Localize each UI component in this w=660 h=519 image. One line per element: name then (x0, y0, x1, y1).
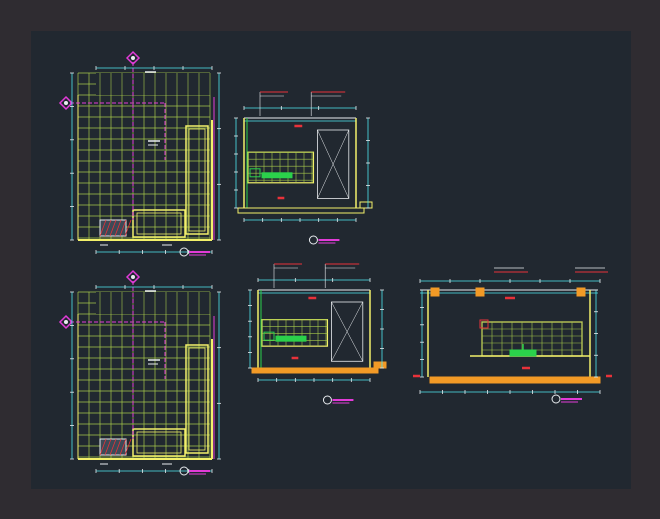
floor-plan-bottom (58, 269, 221, 476)
beam-block (576, 287, 586, 297)
fixture-marker (479, 319, 489, 329)
dimension-line (243, 106, 357, 110)
section-tag (308, 235, 340, 245)
dimension-line-vertical (248, 289, 252, 369)
floor-slab (237, 207, 365, 214)
floor-slab (251, 367, 379, 374)
tag-circle (322, 395, 332, 405)
section-top-left (234, 91, 373, 245)
dimension-line (257, 278, 371, 282)
tag-circle (551, 394, 561, 404)
tag-circle (308, 235, 318, 245)
dimension-line (419, 279, 601, 283)
beam-block (430, 287, 440, 297)
vanity-fixture (261, 172, 293, 179)
section-bottom-left (248, 263, 387, 405)
entry-zone (96, 292, 212, 314)
dimension-line (257, 378, 371, 382)
dimension-line (243, 218, 357, 222)
dimension-line-vertical (217, 291, 221, 460)
dimension-line (95, 285, 213, 289)
cad-drawing-svg (58, 50, 612, 476)
drawing-canvas[interactable] (31, 31, 631, 489)
section-wide (413, 267, 612, 404)
section-marker-dot (64, 320, 68, 324)
floor-step (373, 361, 387, 369)
section-tag (322, 395, 354, 405)
entry-zone (96, 73, 212, 95)
section-marker-dot (64, 101, 68, 105)
cad-viewport-frame (0, 0, 660, 519)
dimension-line (95, 66, 213, 70)
floor-step (359, 201, 373, 209)
beam-block (475, 287, 485, 297)
dimension-line (419, 390, 601, 394)
basin (509, 349, 537, 357)
section-marker-dot (131, 275, 135, 279)
floor-plan-top (58, 50, 221, 257)
faucet (249, 168, 261, 178)
dimension-line-vertical (70, 72, 74, 241)
dimension-line-vertical (420, 289, 424, 378)
tile-panel (261, 319, 329, 347)
dimension-line-vertical (70, 291, 74, 460)
section-tag (551, 394, 582, 404)
dimension-line-vertical (380, 289, 384, 369)
floor-tile-grid (77, 291, 211, 459)
dimension-line-vertical (234, 117, 238, 209)
floor-tile-grid (77, 72, 211, 240)
floor-slab (429, 376, 601, 384)
section-marker-dot (131, 56, 135, 60)
dimension-line-vertical (594, 289, 598, 378)
dimension-line-vertical (366, 117, 370, 209)
vanity-fixture (275, 335, 307, 342)
dimension-line-vertical (217, 72, 221, 241)
wall-tile-grid (261, 319, 329, 347)
